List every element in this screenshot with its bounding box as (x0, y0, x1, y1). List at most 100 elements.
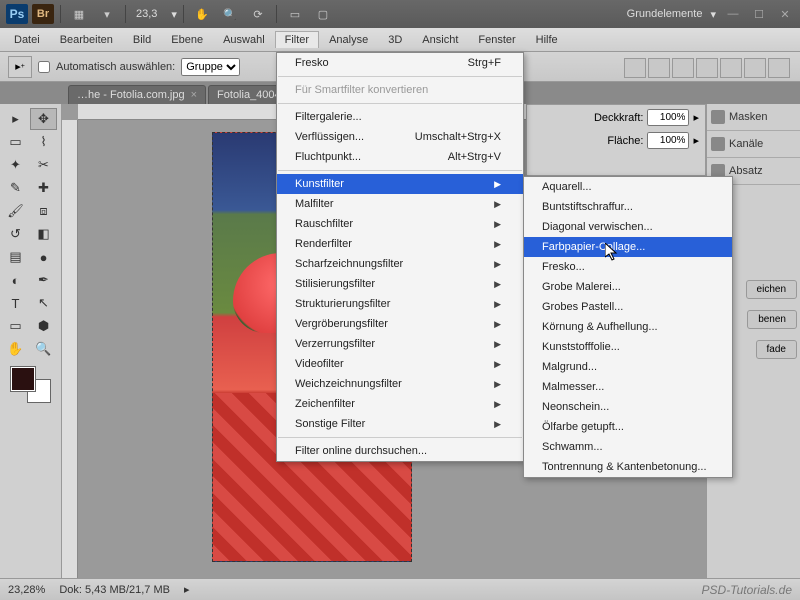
filter-struktur[interactable]: Strukturierungsfilter▶ (277, 294, 523, 314)
menu-3d[interactable]: 3D (378, 31, 412, 49)
zoom-level[interactable]: 23,3 (132, 8, 167, 20)
crop-tool[interactable]: ✂ (30, 154, 57, 176)
menu-analyse[interactable]: Analyse (319, 31, 378, 49)
filter-vergrob[interactable]: Vergröberungsfilter▶ (277, 314, 523, 334)
move-tool[interactable]: ▸ (2, 108, 29, 130)
fill-input[interactable] (647, 132, 689, 149)
stamp-tool[interactable]: ⧈ (30, 200, 57, 222)
auto-select-checkbox[interactable] (38, 61, 50, 73)
chevron-down-icon[interactable]: ▾ (95, 4, 119, 24)
panel-masks[interactable]: Masken (707, 104, 800, 131)
filter-smart[interactable]: Für Smartfilter konvertieren (277, 80, 523, 100)
filter-weich[interactable]: Weichzeichnungsfilter▶ (277, 374, 523, 394)
fill-label: Fläche: (607, 135, 643, 147)
menu-ansicht[interactable]: Ansicht (412, 31, 468, 49)
hand-tool[interactable]: ✋ (2, 338, 29, 360)
sub-grobespastell[interactable]: Grobes Pastell... (524, 297, 732, 317)
sub-diagonal[interactable]: Diagonal verwischen... (524, 217, 732, 237)
filter-gallery[interactable]: Filtergalerie... (277, 107, 523, 127)
dodge-tool[interactable]: ◐ (2, 269, 29, 291)
history-tool[interactable]: ↺ (2, 223, 29, 245)
wand-tool[interactable]: ✦ (2, 154, 29, 176)
sub-oelfarbe[interactable]: Ölfarbe getupft... (524, 417, 732, 437)
sub-fresko[interactable]: Fresko... (524, 257, 732, 277)
marquee-tool[interactable]: ▭ (2, 131, 29, 153)
sub-tontrennung[interactable]: Tontrennung & Kantenbetonung... (524, 457, 732, 477)
sub-malgrund[interactable]: Malgrund... (524, 357, 732, 377)
brush-tool[interactable]: 🖌 (2, 200, 29, 222)
filter-online[interactable]: Filter online durchsuchen... (277, 441, 523, 461)
filter-liquify[interactable]: Verflüssigen...Umschalt+Strg+X (277, 127, 523, 147)
sub-koernung[interactable]: Körnung & Aufhellung... (524, 317, 732, 337)
panel-layers[interactable]: benen (747, 310, 797, 329)
color-swatch[interactable] (11, 367, 51, 403)
panel-channels[interactable]: Kanäle (707, 131, 800, 158)
filter-last[interactable]: FreskoStrg+F (277, 53, 523, 73)
zoom-icon[interactable]: 🔍 (218, 4, 242, 24)
menu-bild[interactable]: Bild (123, 31, 161, 49)
arrange-icon[interactable]: ▭ (283, 4, 307, 24)
filter-verzerr[interactable]: Verzerrungsfilter▶ (277, 334, 523, 354)
filter-sonstige[interactable]: Sonstige Filter▶ (277, 414, 523, 434)
menu-hilfe[interactable]: Hilfe (526, 31, 568, 49)
screen-icon[interactable]: ▢ (311, 4, 335, 24)
filter-malfilter[interactable]: Malfilter▶ (277, 194, 523, 214)
menu-datei[interactable]: Datei (4, 31, 50, 49)
layout-icon[interactable]: ▦ (67, 4, 91, 24)
menu-filter[interactable]: Filter (275, 31, 319, 48)
sub-schwamm[interactable]: Schwamm... (524, 437, 732, 457)
lasso-tool[interactable]: ⌇ (30, 131, 57, 153)
main-menubar: Datei Bearbeiten Bild Ebene Auswahl Filt… (0, 28, 800, 52)
watermark: PSD-Tutorials.de (702, 583, 792, 597)
menu-ebene[interactable]: Ebene (161, 31, 213, 49)
filter-renderfilter[interactable]: Renderfilter▶ (277, 234, 523, 254)
sub-neonschein[interactable]: Neonschein... (524, 397, 732, 417)
gradient-tool[interactable]: ▤ (2, 246, 29, 268)
3d-tool[interactable]: ⬢ (30, 315, 57, 337)
group-select[interactable]: Gruppe (181, 58, 240, 76)
menu-bearbeiten[interactable]: Bearbeiten (50, 31, 123, 49)
path-tool[interactable]: ↖ (30, 292, 57, 314)
panel-chars[interactable]: eichen (746, 280, 797, 299)
close-icon[interactable]: ✕ (776, 5, 794, 23)
tool-preset-icon[interactable]: ▸+ (8, 56, 32, 78)
filter-video[interactable]: Videofilter▶ (277, 354, 523, 374)
panel-paths[interactable]: fade (756, 340, 797, 359)
filter-scharf[interactable]: Scharfzeichnungsfilter▶ (277, 254, 523, 274)
filter-zeichen[interactable]: Zeichenfilter▶ (277, 394, 523, 414)
move-tool-sel[interactable]: ✥ (30, 108, 57, 130)
ruler-vertical (62, 120, 78, 578)
filter-kunstfilter[interactable]: Kunstfilter▶ (277, 174, 523, 194)
eraser-tool[interactable]: ◧ (30, 223, 57, 245)
filter-vanish[interactable]: Fluchtpunkt...Alt+Strg+V (277, 147, 523, 167)
sub-grobemalerei[interactable]: Grobe Malerei... (524, 277, 732, 297)
heal-tool[interactable]: ✚ (30, 177, 57, 199)
maximize-icon[interactable]: ☐ (750, 5, 768, 23)
align-icon[interactable] (624, 58, 646, 78)
pen-tool[interactable]: ✒ (30, 269, 57, 291)
rotate-icon[interactable]: ⟳ (246, 4, 270, 24)
workspace-label[interactable]: Grundelemente (623, 8, 707, 20)
type-tool[interactable]: T (2, 292, 29, 314)
filter-rauschfilter[interactable]: Rauschfilter▶ (277, 214, 523, 234)
sub-kunststoff[interactable]: Kunststofffolie... (524, 337, 732, 357)
channels-icon (711, 137, 725, 151)
sub-malmesser[interactable]: Malmesser... (524, 377, 732, 397)
bridge-button[interactable]: Br (32, 4, 54, 24)
menu-fenster[interactable]: Fenster (468, 31, 525, 49)
close-tab-icon[interactable]: × (191, 89, 197, 101)
filter-stil[interactable]: Stilisierungsfilter▶ (277, 274, 523, 294)
eyedropper-tool[interactable]: ✎ (2, 177, 29, 199)
status-zoom[interactable]: 23,28% (8, 584, 45, 596)
hand-icon[interactable]: ✋ (190, 4, 214, 24)
zoom-tool[interactable]: 🔍 (30, 338, 57, 360)
menu-auswahl[interactable]: Auswahl (213, 31, 275, 49)
opacity-input[interactable] (647, 109, 689, 126)
minimize-icon[interactable]: — (724, 5, 742, 23)
sub-aquarell[interactable]: Aquarell... (524, 177, 732, 197)
blur-tool[interactable]: ● (30, 246, 57, 268)
sub-farbpapier[interactable]: Farbpapier-Collage... (524, 237, 732, 257)
shape-tool[interactable]: ▭ (2, 315, 29, 337)
sub-buntstift[interactable]: Buntstiftschraffur... (524, 197, 732, 217)
doc-tab[interactable]: …he - Fotolia.com.jpg× (68, 85, 206, 104)
